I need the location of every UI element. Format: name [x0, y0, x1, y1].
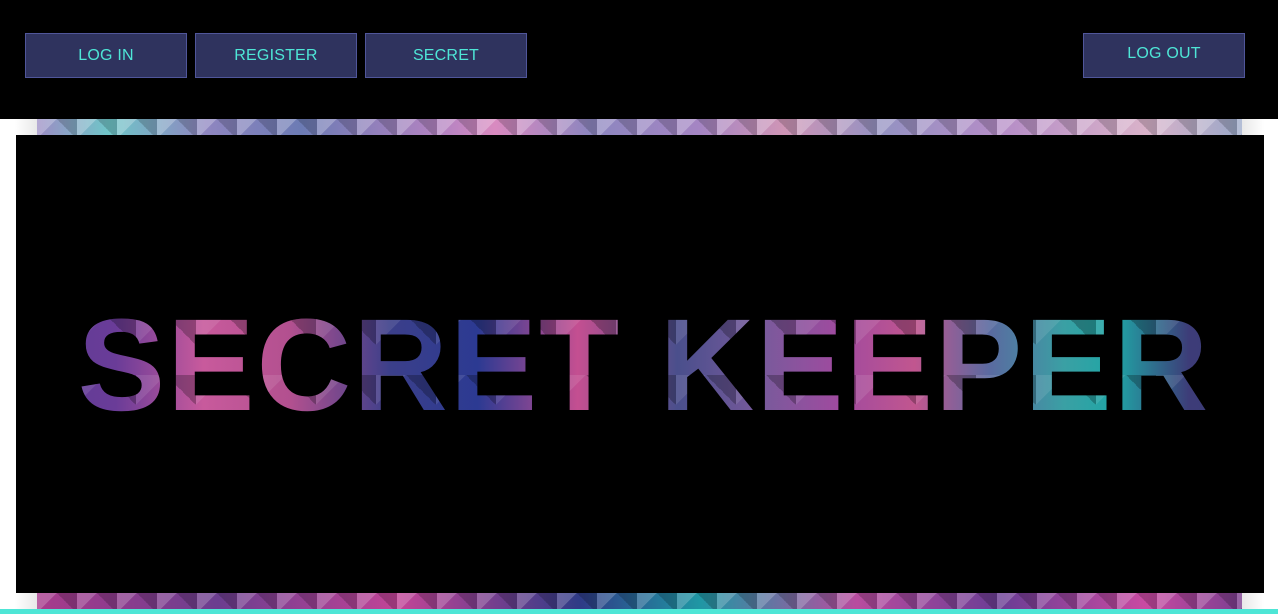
login-button[interactable]: LOG IN: [25, 33, 187, 78]
bottom-pattern-strip: [37, 593, 1242, 609]
register-button[interactable]: REGISTER: [195, 33, 357, 78]
bottom-accent-line: [0, 609, 1278, 614]
hero-title: SECRET KEEPER: [16, 135, 1264, 593]
logout-button[interactable]: LOG OUT: [1083, 33, 1245, 78]
top-pattern-strip: [37, 119, 1242, 135]
hero-banner: SECRET KEEPER: [16, 135, 1264, 593]
secret-button[interactable]: SECRET: [365, 33, 527, 78]
top-navigation-bar: LOG IN REGISTER SECRET LOG OUT: [0, 0, 1278, 119]
